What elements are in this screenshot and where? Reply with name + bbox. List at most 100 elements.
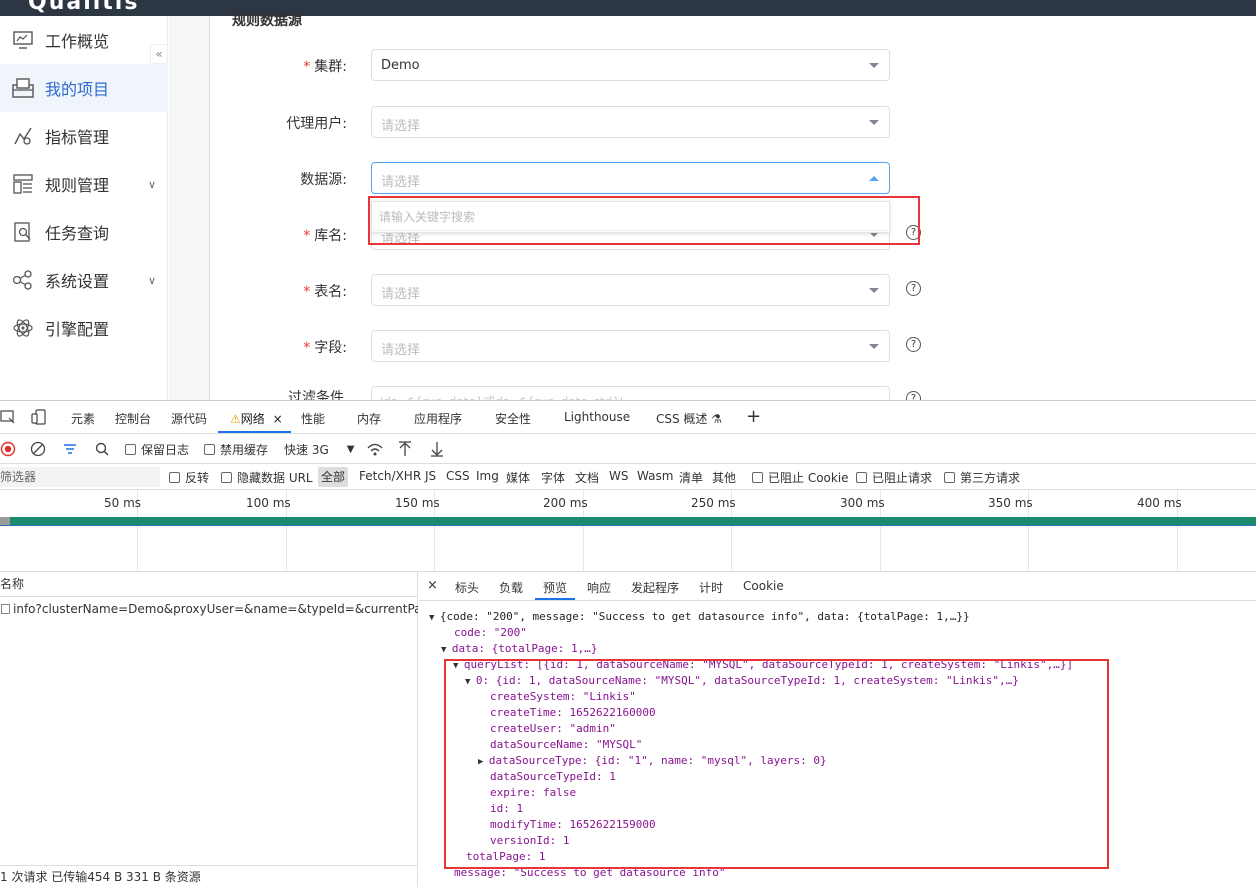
tab-memory[interactable]: 内存 [357, 410, 381, 427]
help-icon[interactable]: ? [906, 391, 921, 400]
filter-fetch-xhr[interactable]: Fetch/XHR [359, 469, 421, 483]
filter-doc[interactable]: 文档 [575, 469, 599, 486]
detail-tabs: × 标头 负载 预览 响应 发起程序 计时 Cookie [419, 572, 1256, 601]
disable-cache-checkbox[interactable]: 禁用缓存 [204, 441, 268, 458]
filter-ws[interactable]: WS [609, 469, 628, 483]
filter-font[interactable]: 字体 [541, 469, 565, 486]
datasource-dropdown [371, 201, 890, 233]
record-icon[interactable] [0, 441, 16, 457]
help-icon[interactable]: ? [906, 281, 921, 296]
close-tab-icon[interactable]: × [273, 412, 283, 426]
filter-input[interactable]: 'ds=${run_date}或ds=${run_date_std}' [371, 386, 890, 400]
inspect-icon[interactable] [0, 409, 16, 425]
cluster-label: * 集群: [303, 59, 347, 75]
tab-preview[interactable]: 预览 [543, 579, 567, 596]
add-tab-icon[interactable]: + [746, 406, 761, 427]
json-line: id: 1 [490, 802, 524, 815]
network-toolbar: 保留日志 禁用缓存 快速 3G ▼ [0, 434, 1256, 464]
table-row: * 表名: 请选择 ? [210, 274, 1256, 306]
tab-security[interactable]: 安全性 [495, 410, 531, 427]
clear-icon[interactable] [30, 441, 46, 457]
json-line[interactable]: ▼ {code: "200", message: "Success to get… [429, 609, 970, 626]
json-line[interactable]: ▶ dataSourceType: {id: "1", name: "mysql… [478, 753, 827, 770]
upload-icon[interactable] [398, 441, 412, 457]
search-icon[interactable] [94, 441, 110, 457]
table-select[interactable]: 请选择 [371, 274, 890, 306]
tab-lighthouse[interactable]: Lighthouse [564, 410, 630, 424]
settings-icon [12, 269, 34, 291]
caret-down-icon [869, 344, 879, 349]
table-row[interactable]: info?clusterName=Demo&proxyUser=&name=&t… [0, 599, 418, 619]
cluster-select[interactable]: Demo [371, 49, 890, 81]
tab-network[interactable]: ⚠网络 × [230, 410, 283, 427]
filter-all-button[interactable]: 全部 [318, 467, 349, 487]
filter-manifest[interactable]: 清单 [679, 469, 703, 486]
json-line[interactable]: ▼ 0: {id: 1, dataSourceName: "MYSQL", da… [465, 673, 1019, 690]
warning-icon: ⚠ [230, 412, 241, 426]
sidebar-item-label: 任务查询 [45, 224, 110, 243]
json-line[interactable]: ▼ data: {totalPage: 1,…} [441, 641, 598, 658]
tab-performance[interactable]: 性能 [301, 410, 325, 427]
timeline-bar [0, 517, 1256, 525]
json-line[interactable]: ▼ queryList: [{id: 1, dataSourceName: "M… [453, 657, 1073, 674]
datasource-search-input[interactable] [373, 203, 888, 231]
project-icon [12, 77, 34, 99]
network-conditions-icon[interactable] [366, 441, 384, 457]
tab-response[interactable]: 响应 [587, 579, 611, 596]
filter-other[interactable]: 其他 [712, 469, 736, 486]
sidebar-item-system-settings[interactable]: 系统设置 ∨ [0, 256, 168, 304]
filter-css[interactable]: CSS [446, 469, 470, 483]
sidebar-item-label: 工作概览 [45, 32, 110, 51]
sidebar-item-metrics[interactable]: 指标管理 [0, 112, 168, 160]
network-timeline: 50 ms 100 ms 150 ms 200 ms 250 ms 300 ms… [0, 490, 1256, 572]
chevron-down-icon: ∨ [147, 177, 156, 191]
filter-media[interactable]: 媒体 [506, 469, 530, 486]
filter-icon[interactable] [62, 441, 78, 457]
tab-sources[interactable]: 源代码 [171, 410, 207, 427]
throttle-select[interactable]: 快速 3G ▼ [284, 441, 354, 458]
filter-wasm[interactable]: Wasm [637, 469, 673, 483]
tab-timing[interactable]: 计时 [699, 579, 723, 596]
tab-css-overview[interactable]: CSS 概述 ⚗ [656, 410, 722, 427]
preserve-log-checkbox[interactable]: 保留日志 [125, 441, 189, 458]
device-toolbar-icon[interactable] [31, 409, 47, 425]
json-line: totalPage: 1 [466, 850, 546, 863]
help-icon[interactable]: ? [906, 225, 921, 240]
download-icon[interactable] [430, 441, 444, 457]
tab-initiator[interactable]: 发起程序 [631, 579, 679, 596]
third-party-checkbox[interactable]: 第三方请求 [944, 469, 1020, 486]
filter-js[interactable]: JS [425, 469, 436, 483]
sidebar-item-rules[interactable]: 规则管理 ∨ [0, 160, 168, 208]
json-line: message: "Success to get datasource info… [454, 866, 726, 879]
task-search-icon [12, 221, 34, 243]
invert-checkbox[interactable]: 反转 [169, 469, 209, 486]
name-column-header[interactable]: 名称 [0, 572, 418, 597]
tab-payload[interactable]: 负载 [499, 579, 523, 596]
datasource-label: 数据源: [300, 172, 347, 188]
field-select[interactable]: 请选择 [371, 330, 890, 362]
sidebar-item-my-projects[interactable]: 我的项目 [0, 64, 168, 112]
tab-application[interactable]: 应用程序 [414, 410, 462, 427]
tab-headers[interactable]: 标头 [455, 579, 479, 596]
tab-cookies[interactable]: Cookie [743, 579, 784, 593]
datasource-select[interactable]: 请选择 [371, 162, 890, 194]
proxy-user-select[interactable]: 请选择 [371, 106, 890, 138]
tab-elements[interactable]: 元素 [71, 410, 95, 427]
close-detail-icon[interactable]: × [427, 578, 438, 593]
filter-img[interactable]: Img [476, 469, 499, 483]
json-line: code: "200" [454, 626, 527, 639]
blocked-requests-checkbox[interactable]: 已阻止请求 [856, 469, 932, 486]
blocked-cookies-checkbox[interactable]: 已阻止 Cookie [752, 469, 849, 486]
cluster-row: * 集群: Demo [210, 49, 1256, 81]
filter-input[interactable]: 筛选器 [0, 467, 160, 487]
help-icon[interactable]: ? [906, 337, 921, 352]
tab-console[interactable]: 控制台 [115, 410, 151, 427]
hide-data-url-checkbox[interactable]: 隐藏数据 URL [221, 469, 313, 486]
sidebar-item-overview[interactable]: 工作概览 [0, 16, 168, 64]
timeline-tick: 200 ms [543, 496, 588, 510]
sidebar-item-label: 我的项目 [45, 80, 110, 99]
sidebar-item-engine-config[interactable]: 引擎配置 [0, 304, 168, 352]
timeline-bar-line [0, 525, 1256, 526]
chevron-down-icon: ∨ [147, 273, 156, 287]
sidebar-item-task-query[interactable]: 任务查询 [0, 208, 168, 256]
